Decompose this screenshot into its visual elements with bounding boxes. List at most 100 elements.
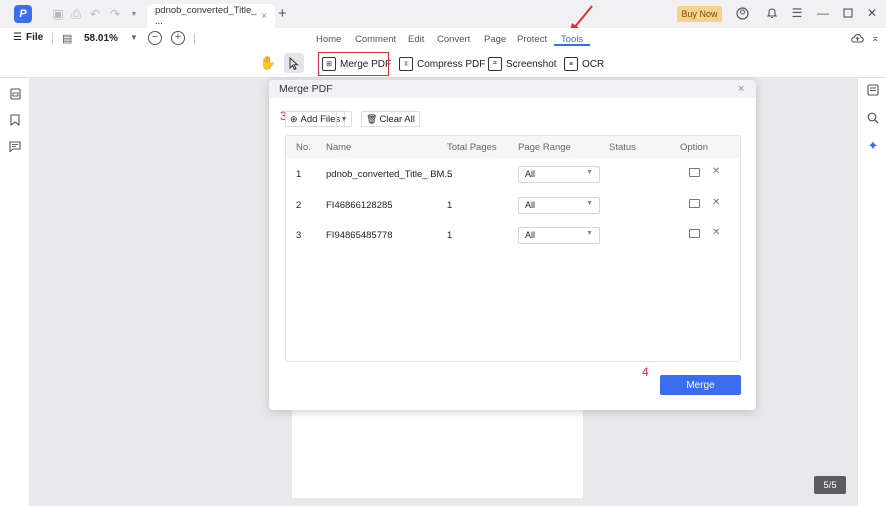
comment-list-icon[interactable] xyxy=(7,138,23,154)
row-number: 3 xyxy=(296,230,302,241)
page-range-select[interactable]: All ▼ xyxy=(518,166,600,183)
page-range-select[interactable]: All ▼ xyxy=(518,227,600,244)
compress-pdf-icon: ⇳ xyxy=(399,57,413,71)
table-row: 3 FI94865485778 1 All ▼ ✕ xyxy=(286,221,740,251)
zoom-level[interactable]: 58.01% xyxy=(84,33,118,44)
column-header-total-pages: Total Pages xyxy=(447,142,497,153)
tools-toolbar: ✋ ⊞ Merge PDF ⇳ Compress PDF ⌗ Screensho… xyxy=(0,50,886,78)
notification-bell-icon[interactable] xyxy=(764,5,780,21)
properties-icon[interactable] xyxy=(865,82,881,98)
close-window-icon[interactable]: ✕ xyxy=(864,5,880,21)
row-file-name: FI94865485778 xyxy=(326,230,393,241)
document-tab-title: pdnob_converted_Title_ ... xyxy=(155,5,257,27)
document-tab[interactable]: pdnob_converted_Title_ ... × xyxy=(147,4,275,28)
tab-convert[interactable]: Convert xyxy=(437,34,470,45)
tab-home[interactable]: Home xyxy=(316,34,341,45)
column-header-option: Option xyxy=(680,142,708,153)
divider xyxy=(52,33,53,45)
tab-edit[interactable]: Edit xyxy=(408,34,424,45)
dialog-title: Merge PDF xyxy=(279,83,333,95)
save-icon[interactable]: ▣ xyxy=(50,6,66,22)
new-tab-button[interactable]: + xyxy=(278,5,287,22)
remove-file-icon[interactable]: ✕ xyxy=(712,227,720,238)
page-range-value: All xyxy=(525,169,536,179)
account-icon[interactable] xyxy=(734,5,750,21)
hand-tool-icon[interactable]: ✋ xyxy=(258,53,278,73)
add-circle-icon: ⊕ xyxy=(290,113,298,124)
select-cursor-icon[interactable] xyxy=(284,53,304,73)
file-menu-label: File xyxy=(25,32,44,43)
table-row: 1 pdnob_converted_Title_ BM... 5 All ▼ ✕ xyxy=(286,160,740,190)
merge-button[interactable]: Merge xyxy=(660,375,741,395)
ai-sparkle-icon[interactable]: ✦ xyxy=(865,138,881,154)
print-icon[interactable]: ⎙ xyxy=(68,6,84,22)
table-header: No. Name Total Pages Page Range Status O… xyxy=(286,136,740,158)
table-row: 2 FI46866128285 1 All ▼ ✕ xyxy=(286,191,740,221)
screenshot-label: Screenshot xyxy=(506,58,557,70)
add-files-label: Add Files xyxy=(300,113,341,125)
file-menu-button[interactable]: ☰ File xyxy=(13,32,43,43)
active-tab-indicator xyxy=(554,44,590,46)
collapse-ribbon-icon[interactable]: ⌅ xyxy=(871,33,879,44)
page-range-value: All xyxy=(525,200,536,210)
remove-file-icon[interactable]: ✕ xyxy=(712,197,720,208)
ocr-label: OCR xyxy=(582,58,605,70)
chevron-down-icon: ▼ xyxy=(586,230,593,237)
divider xyxy=(194,33,195,45)
app-logo-icon: P xyxy=(14,5,32,23)
ocr-icon: ≡ xyxy=(564,57,578,71)
pdf-page xyxy=(292,400,583,498)
open-folder-icon[interactable] xyxy=(689,229,700,238)
column-header-status: Status xyxy=(609,142,636,153)
tab-page[interactable]: Page xyxy=(484,34,506,45)
compress-pdf-label: Compress PDF xyxy=(417,58,486,70)
row-total-pages: 1 xyxy=(447,200,453,211)
screenshot-icon: ⌗ xyxy=(488,57,502,71)
row-number: 1 xyxy=(296,169,302,180)
clear-all-label: Clear All xyxy=(379,113,415,125)
remove-file-icon[interactable]: ✕ xyxy=(712,166,720,177)
chevron-down-icon: ▼ xyxy=(586,200,593,207)
ocr-button[interactable]: ≡ OCR xyxy=(564,55,604,73)
file-table: No. Name Total Pages Page Range Status O… xyxy=(285,135,741,362)
screenshot-button[interactable]: ⌗ Screenshot xyxy=(488,55,557,73)
dialog-close-button[interactable]: × xyxy=(738,83,744,95)
clear-all-button[interactable]: 🗑 Clear All xyxy=(361,111,420,127)
document-tab-close-button[interactable]: × xyxy=(261,11,267,22)
dialog-header: Merge PDF × xyxy=(269,80,756,98)
zoom-dropdown-icon[interactable]: ▼ xyxy=(130,33,138,42)
row-total-pages: 5 xyxy=(447,169,453,180)
tab-protect[interactable]: Protect xyxy=(517,34,547,45)
tab-comment[interactable]: Comment xyxy=(355,34,396,45)
cloud-upload-icon[interactable] xyxy=(851,33,864,47)
undo-icon[interactable]: ↶ xyxy=(87,6,103,22)
buy-now-button[interactable]: Buy Now xyxy=(677,6,722,22)
merge-pdf-dialog: Merge PDF × 3 ⊕ Add Files ▼ 🗑 Clear All … xyxy=(269,80,756,410)
add-files-dropdown-icon[interactable]: ▼ xyxy=(336,111,352,127)
page-range-select[interactable]: All ▼ xyxy=(518,197,600,214)
thumbnail-icon[interactable] xyxy=(7,86,23,102)
bookmark-icon[interactable] xyxy=(7,112,23,128)
row-total-pages: 1 xyxy=(447,230,453,241)
open-folder-icon[interactable] xyxy=(689,168,700,177)
hamburger-menu-icon[interactable]: ☰ xyxy=(789,5,805,21)
step-4-annotation: 4 xyxy=(642,365,649,379)
compress-pdf-button[interactable]: ⇳ Compress PDF xyxy=(399,55,485,73)
row-number: 2 xyxy=(296,200,302,211)
minimize-icon[interactable]: — xyxy=(815,5,831,21)
row-file-name: FI46866128285 xyxy=(326,200,393,211)
fit-page-icon[interactable]: ▤ xyxy=(62,32,72,45)
column-header-no: No. xyxy=(296,142,311,153)
left-sidebar xyxy=(0,78,30,506)
redo-icon[interactable]: ↷ xyxy=(107,6,123,22)
page-counter: 5/5 xyxy=(814,476,846,494)
right-sidebar: ✦ xyxy=(857,78,886,506)
zoom-out-icon[interactable]: − xyxy=(148,31,162,45)
zoom-in-icon[interactable]: + xyxy=(171,31,185,45)
search-icon[interactable] xyxy=(865,110,881,126)
maximize-icon[interactable] xyxy=(840,5,856,21)
quick-access-dropdown-icon[interactable]: ▼ xyxy=(126,6,142,22)
open-folder-icon[interactable] xyxy=(689,199,700,208)
column-header-name: Name xyxy=(326,142,352,153)
menu-bar: ☰ File ▤ 58.01% ▼ − + Home Comment Edit C… xyxy=(0,28,886,50)
